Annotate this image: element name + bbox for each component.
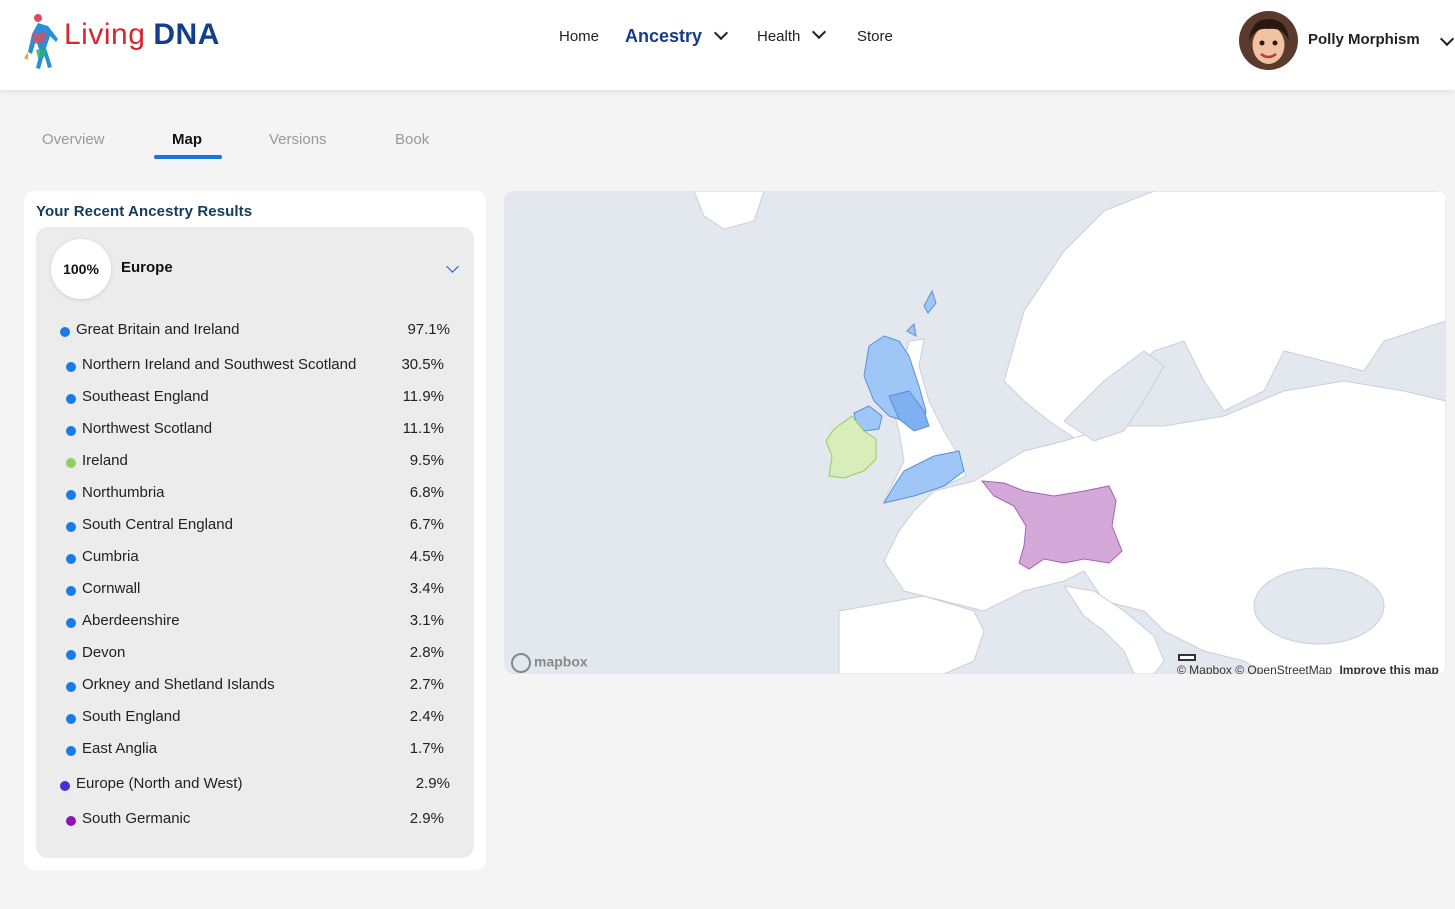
ancestry-row-percent: 2.7% xyxy=(409,676,444,693)
ancestry-color-dot-icon xyxy=(66,618,76,628)
ancestry-row-label: Northern Ireland and Southwest Scotland xyxy=(82,356,357,373)
ancestry-row[interactable]: South England 2.4% xyxy=(36,708,474,728)
dna-figure-icon xyxy=(24,14,58,69)
region-card: 100% Europe Great Britain and Ireland 97.… xyxy=(36,227,474,858)
mapbox-logo-icon xyxy=(511,653,531,673)
ancestry-row-label: South England xyxy=(82,708,181,725)
ancestry-row-percent: 3.1% xyxy=(409,612,444,629)
map-attribution: © Mapbox © OpenStreetMap Improve this ma… xyxy=(1177,663,1439,674)
active-tab-indicator xyxy=(154,155,222,159)
ancestry-row-label: South Central England xyxy=(82,516,233,533)
ancestry-row[interactable]: Orkney and Shetland Islands 2.7% xyxy=(36,676,474,696)
ancestry-row-label: Aberdeenshire xyxy=(82,612,180,629)
ancestry-color-dot-icon xyxy=(66,714,76,724)
ancestry-row-label: Europe (North and West) xyxy=(76,775,243,792)
ancestry-row-percent: 97.1% xyxy=(407,321,450,338)
ancestry-color-dot-icon xyxy=(66,816,76,826)
ancestry-row[interactable]: Southeast England 11.9% xyxy=(36,388,474,408)
ancestry-row-label: Ireland xyxy=(82,452,128,469)
ancestry-row[interactable]: East Anglia 1.7% xyxy=(36,740,474,760)
ancestry-row-percent: 11.1% xyxy=(402,420,444,437)
top-header: Living DNA Home Ancestry Health Store Pol… xyxy=(0,0,1455,90)
tab-book[interactable]: Book xyxy=(395,131,429,148)
ancestry-row-percent: 3.4% xyxy=(409,580,444,597)
ancestry-row-label: South Germanic xyxy=(82,810,191,827)
ancestry-color-dot-icon xyxy=(66,458,76,468)
tab-overview[interactable]: Overview xyxy=(42,131,105,148)
logo-living-text: Living xyxy=(64,18,146,51)
ancestry-row[interactable]: Cumbria 4.5% xyxy=(36,548,474,568)
ancestry-color-dot-icon xyxy=(66,362,76,372)
ancestry-color-dot-icon xyxy=(66,650,76,660)
mapbox-logo[interactable]: mapbox xyxy=(511,653,588,673)
ancestry-row-label: Great Britain and Ireland xyxy=(76,321,240,338)
nav-store[interactable]: Store xyxy=(857,28,893,45)
nav-health[interactable]: Health xyxy=(757,24,827,45)
panel-title: Your Recent Ancestry Results xyxy=(36,203,253,220)
europe-map-svg[interactable] xyxy=(504,191,1446,674)
ancestry-color-dot-icon xyxy=(66,682,76,692)
logo-dna-text: DNA xyxy=(153,18,220,51)
ancestry-row-label: Southeast England xyxy=(82,388,209,405)
living-dna-logo[interactable]: Living DNA xyxy=(22,12,222,72)
ancestry-row[interactable]: Devon 2.8% xyxy=(36,644,474,664)
nav-ancestry[interactable]: Ancestry xyxy=(625,25,729,47)
ancestry-row-label: Northumbria xyxy=(82,484,165,501)
ancestry-row-label: Northwest Scotland xyxy=(82,420,213,437)
chevron-down-icon xyxy=(713,25,729,41)
ancestry-row-percent: 6.7% xyxy=(409,516,444,533)
ancestry-color-dot-icon xyxy=(66,586,76,596)
ancestry-row[interactable]: Aberdeenshire 3.1% xyxy=(36,612,474,632)
ancestry-row-percent: 2.4% xyxy=(409,708,444,725)
mapbox-attribution-link[interactable]: © Mapbox xyxy=(1177,663,1232,674)
ancestry-row-label: Orkney and Shetland Islands xyxy=(82,676,275,693)
user-name[interactable]: Polly Morphism xyxy=(1308,31,1420,48)
ancestry-row[interactable]: South Germanic 2.9% xyxy=(36,810,474,830)
tab-versions[interactable]: Versions xyxy=(269,131,327,148)
map-scalebar xyxy=(1178,654,1196,661)
ancestry-row[interactable]: Europe (North and West) 2.9% xyxy=(36,775,474,795)
osm-attribution-link[interactable]: © OpenStreetMap xyxy=(1235,663,1332,674)
chevron-down-icon xyxy=(812,24,827,40)
region-collapse-chevron-icon[interactable] xyxy=(446,260,459,273)
ancestry-color-dot-icon xyxy=(66,490,76,500)
ancestry-row-label: East Anglia xyxy=(82,740,158,757)
ancestry-row[interactable]: Northwest Scotland 11.1% xyxy=(36,420,474,440)
ancestry-row-percent: 30.5% xyxy=(401,356,444,373)
ancestry-row-percent: 2.9% xyxy=(415,775,450,792)
ancestry-row[interactable]: Northern Ireland and Southwest Scotland 3… xyxy=(36,356,474,376)
region-percent-badge: 100% xyxy=(51,239,111,299)
ancestry-row-percent: 11.9% xyxy=(402,388,444,405)
ancestry-row[interactable]: South Central England 6.7% xyxy=(36,516,474,536)
ancestry-color-dot-icon xyxy=(66,394,76,404)
ancestry-row[interactable]: Northumbria 6.8% xyxy=(36,484,474,504)
ancestry-row-label: Cornwall xyxy=(82,580,141,597)
ancestry-row-percent: 2.8% xyxy=(409,644,444,661)
ancestry-row-percent: 2.9% xyxy=(409,810,444,827)
ancestry-map[interactable]: mapbox © Mapbox © OpenStreetMap Improve … xyxy=(504,191,1446,674)
tab-map[interactable]: Map xyxy=(172,131,202,148)
ancestry-row-percent: 6.8% xyxy=(409,484,444,501)
ancestry-color-dot-icon xyxy=(66,522,76,532)
avatar[interactable] xyxy=(1239,11,1298,70)
ancestry-color-dot-icon xyxy=(60,781,70,791)
ancestry-row-percent: 1.7% xyxy=(409,740,444,757)
ancestry-row-percent: 9.5% xyxy=(409,452,444,469)
ancestry-row[interactable]: Ireland 9.5% xyxy=(36,452,474,472)
ancestry-row-label: Devon xyxy=(82,644,126,661)
ancestry-color-dot-icon xyxy=(66,746,76,756)
ancestry-row[interactable]: Cornwall 3.4% xyxy=(36,580,474,600)
ancestry-color-dot-icon xyxy=(66,426,76,436)
user-menu-chevron-down-icon[interactable] xyxy=(1439,31,1455,47)
ancestry-row[interactable]: Great Britain and Ireland 97.1% xyxy=(36,321,474,341)
ancestry-color-dot-icon xyxy=(60,327,70,337)
nav-home[interactable]: Home xyxy=(559,28,599,45)
ancestry-row-label: Cumbria xyxy=(82,548,139,565)
ancestry-row-percent: 4.5% xyxy=(409,548,444,565)
region-name: Europe xyxy=(121,259,173,276)
improve-map-link[interactable]: Improve this map xyxy=(1339,663,1438,674)
ancestry-color-dot-icon xyxy=(66,554,76,564)
ancestry-results-panel: Your Recent Ancestry Results 100% Europe… xyxy=(24,191,486,870)
